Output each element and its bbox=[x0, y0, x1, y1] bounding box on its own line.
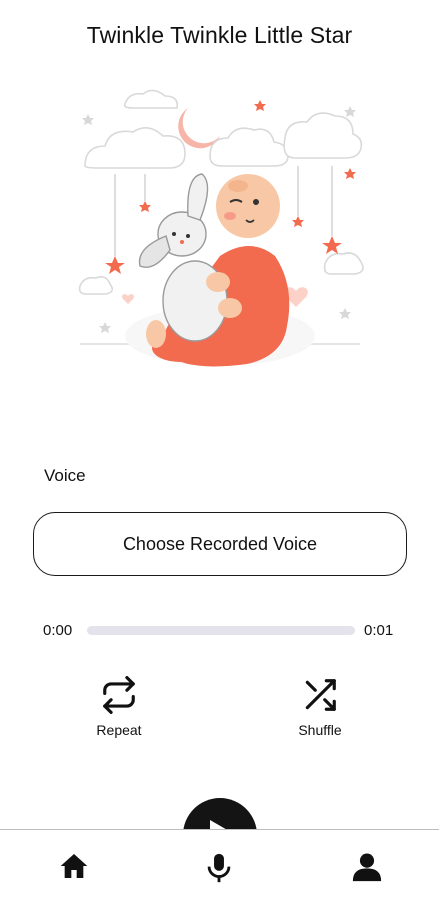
current-time: 0:00 bbox=[43, 622, 73, 639]
shuffle-button[interactable]: Shuffle bbox=[275, 676, 365, 738]
voice-section-label: Voice bbox=[44, 466, 86, 485]
profile-icon bbox=[347, 850, 387, 884]
repeat-label: Repeat bbox=[96, 722, 142, 738]
total-time: 0:01 bbox=[364, 622, 394, 639]
playback-progress-bar[interactable] bbox=[87, 626, 355, 635]
nav-item-profile[interactable] bbox=[347, 850, 387, 886]
shuffle-label: Shuffle bbox=[298, 722, 342, 738]
baby-with-bunny-illustration bbox=[70, 86, 370, 386]
repeat-button[interactable]: Repeat bbox=[74, 676, 164, 738]
shuffle-icon bbox=[275, 676, 365, 714]
microphone-icon bbox=[199, 850, 239, 886]
page-title: Twinkle Twinkle Little Star bbox=[86, 22, 353, 48]
repeat-icon bbox=[74, 676, 164, 714]
bottom-navigation bbox=[0, 829, 439, 900]
choose-recorded-voice-button[interactable]: Choose Recorded Voice bbox=[33, 512, 407, 576]
home-icon bbox=[54, 850, 94, 882]
choose-recorded-voice-label: Choose Recorded Voice bbox=[122, 533, 318, 554]
nav-item-microphone[interactable] bbox=[199, 850, 239, 886]
nav-item-home[interactable] bbox=[54, 850, 94, 886]
